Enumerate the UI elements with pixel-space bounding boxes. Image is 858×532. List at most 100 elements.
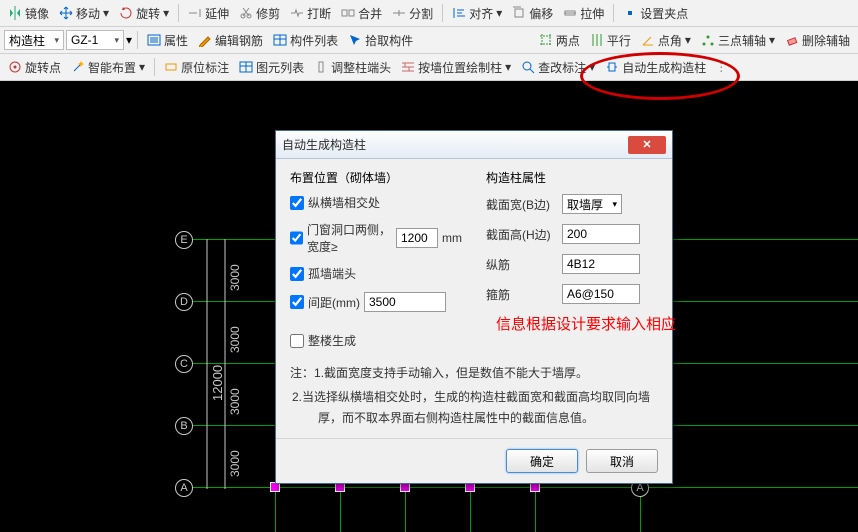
split-button[interactable]: 分割: [388, 3, 437, 24]
cb-spacing-label: 间距(mm): [308, 294, 360, 311]
stretch-icon: [563, 6, 577, 20]
pick-member-button[interactable]: 拾取构件: [344, 30, 417, 51]
auto-generate-column-button[interactable]: 自动生成构造柱: [601, 57, 710, 78]
member-id-dropdown[interactable]: GZ-1▾: [66, 30, 124, 50]
mark-original-button[interactable]: 原位标注: [160, 57, 233, 78]
smart-place-button[interactable]: 智能布置 ▾: [67, 57, 149, 78]
rotate-button[interactable]: 旋转 ▾: [115, 3, 173, 24]
separator: [137, 31, 138, 49]
overflow-icon[interactable]: ⋮: [715, 60, 727, 74]
merge-icon: [341, 6, 355, 20]
merge-button[interactable]: 合并: [337, 3, 386, 24]
longbar-label: 纵筋: [486, 256, 558, 273]
toolbar-2: 构造柱▾ GZ-1▾ ▾ 属性 编辑钢筋 构件列表 拾取构件 两点 平行 点角 …: [0, 27, 858, 54]
mirror-icon: [8, 6, 22, 20]
separator: [154, 58, 155, 76]
rotate-icon: [119, 6, 133, 20]
member-list-button[interactable]: 构件列表: [269, 30, 342, 51]
dim-ticks: [195, 231, 245, 501]
cb-whole-building-label: 整楼生成: [308, 332, 356, 349]
trim-icon: [239, 6, 253, 20]
stirrup-input[interactable]: [562, 284, 640, 304]
close-button[interactable]: ✕: [628, 136, 666, 154]
notes: 注：1.截面宽度支持手动输入，但是数值不能大于墙厚。 2.当选择纵横墙相交处时，…: [290, 363, 658, 428]
axis-label: A: [175, 479, 193, 497]
align-icon: [452, 6, 466, 20]
column-icon: [314, 60, 328, 74]
stretch-button[interactable]: 拉伸: [559, 3, 608, 24]
auto-generate-column-dialog: 自动生成构造柱 ✕ 布置位置（砌体墙） 纵横墙相交处 门窗洞口两侧，宽度≥ mm: [275, 130, 673, 484]
chevron-down-icon: ▾: [769, 33, 775, 47]
rotpt-icon: [8, 60, 22, 74]
offset-button[interactable]: 偏移: [508, 3, 557, 24]
auto-icon: [605, 60, 619, 74]
attribute-button[interactable]: 属性: [143, 30, 192, 51]
cb-cross-wall-label: 纵横墙相交处: [308, 194, 380, 211]
cb-cross-wall[interactable]: [290, 196, 304, 210]
trim-button[interactable]: 修剪: [235, 3, 284, 24]
pencil-icon: [198, 33, 212, 47]
edit-rebar-button[interactable]: 编辑钢筋: [194, 30, 267, 51]
parallel-icon: [590, 33, 604, 47]
cb-opening-side-label: 门窗洞口两侧，宽度≥: [307, 221, 392, 255]
list-icon: [147, 33, 161, 47]
member-type-dropdown[interactable]: 构造柱▾: [4, 30, 64, 50]
parallel-button[interactable]: 平行: [586, 30, 635, 51]
cb-whole-building[interactable]: [290, 334, 304, 348]
separator: [442, 4, 443, 22]
axis-label: B: [175, 417, 193, 435]
break-button[interactable]: 打断: [286, 3, 335, 24]
angle-icon: [641, 33, 655, 47]
move-button[interactable]: 移动 ▾: [55, 3, 113, 24]
check-mark-button[interactable]: 查改标注 ▾: [517, 57, 599, 78]
picker-icon: [348, 33, 362, 47]
adjust-head-button[interactable]: 调整柱端头: [310, 57, 395, 78]
move-icon: [59, 6, 73, 20]
extend-icon: [188, 6, 202, 20]
grip-icon: [623, 6, 637, 20]
separator: [613, 4, 614, 22]
chevron-down-icon[interactable]: ▾: [126, 33, 132, 47]
spacing-input[interactable]: [364, 292, 446, 312]
cb-opening-side[interactable]: [290, 231, 303, 245]
table-icon: [273, 33, 287, 47]
rotation-point-button[interactable]: 旋转点: [4, 57, 65, 78]
cb-isolated-end[interactable]: [290, 267, 304, 281]
cb-isolated-end-label: 孤墙端头: [308, 265, 356, 282]
axis-label: D: [175, 293, 193, 311]
table-icon: [239, 60, 253, 74]
align-button[interactable]: 对齐 ▾: [448, 3, 506, 24]
threeaxis-icon: [701, 33, 715, 47]
delete-aux-button[interactable]: 删除辅轴: [781, 30, 854, 51]
chevron-down-icon: ▾: [505, 60, 511, 74]
sec-h-input[interactable]: [562, 224, 640, 244]
stirrup-label: 箍筋: [486, 286, 558, 303]
chevron-down-icon: ▾: [612, 199, 617, 210]
toolbar-1: 镜像 移动 ▾ 旋转 ▾ 延伸 修剪 打断 合并 分割 对齐 ▾ 偏移 拉伸 设…: [0, 0, 858, 27]
wand-icon: [71, 60, 85, 74]
angle-button[interactable]: 点角 ▾: [637, 30, 695, 51]
offset-icon: [512, 6, 526, 20]
cancel-button[interactable]: 取消: [586, 449, 658, 473]
ok-button[interactable]: 确定: [506, 449, 578, 473]
dialog-title: 自动生成构造柱: [282, 136, 366, 153]
sec-b-select[interactable]: 取墙厚▾: [562, 194, 622, 214]
cb-spacing[interactable]: [290, 295, 304, 309]
setpoint-button[interactable]: 设置夹点: [619, 3, 692, 24]
separator: [178, 4, 179, 22]
sec-h-label: 截面高(H边): [486, 226, 558, 243]
three-point-button[interactable]: 三点辅轴 ▾: [697, 30, 779, 51]
draw-by-wall-button[interactable]: 按墙位置绘制柱 ▾: [397, 57, 515, 78]
chevron-down-icon: ▾: [163, 6, 169, 20]
mirror-button[interactable]: 镜像: [4, 3, 53, 24]
chevron-down-icon: ▾: [496, 6, 502, 20]
dialog-footer: 确定 取消: [276, 438, 672, 483]
dialog-titlebar[interactable]: 自动生成构造柱 ✕: [276, 131, 672, 159]
two-point-button[interactable]: 两点: [535, 30, 584, 51]
extend-button[interactable]: 延伸: [184, 3, 233, 24]
longbar-input[interactable]: [562, 254, 640, 274]
axis-label: C: [175, 355, 193, 373]
opening-width-input[interactable]: [396, 228, 438, 248]
elem-list-button[interactable]: 图元列表: [235, 57, 308, 78]
grid-icon: [539, 33, 553, 47]
